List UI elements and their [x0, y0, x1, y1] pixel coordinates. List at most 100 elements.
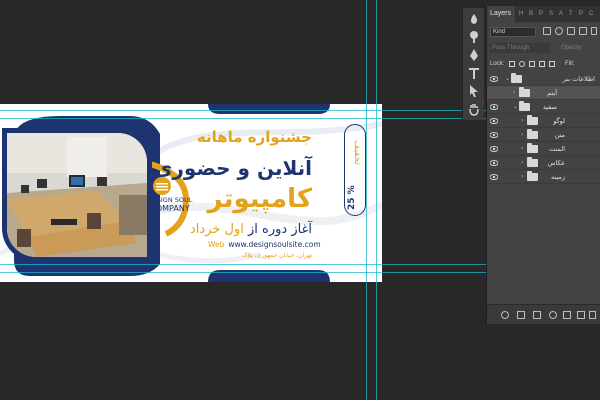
visibility-eye-icon[interactable]: [490, 132, 498, 138]
address-line: تهران، خیابان جمهوری، پلاک: [242, 252, 312, 259]
guide-vertical[interactable]: [376, 0, 377, 400]
dodge-tool-icon[interactable]: [467, 30, 481, 44]
layer-row-selected[interactable]: › آیتم: [487, 86, 600, 100]
folder-icon: [527, 129, 538, 139]
fx-icon[interactable]: [517, 311, 525, 319]
layer-row[interactable]: › لوگو: [487, 114, 600, 128]
tab-history[interactable]: H: [519, 10, 527, 18]
visibility-eye-icon[interactable]: [490, 146, 498, 152]
discount-badge: تخفیف 25 %: [344, 124, 366, 216]
blur-tool-icon[interactable]: [467, 12, 481, 26]
fill-label: Fill:: [565, 61, 575, 67]
new-group-icon[interactable]: [563, 311, 571, 319]
layer-name: متن: [554, 131, 565, 139]
new-layer-icon[interactable]: [577, 311, 585, 319]
chevron-right-icon[interactable]: ›: [521, 145, 523, 153]
opacity-label: Opacity:: [561, 45, 584, 51]
layer-row[interactable]: › زمینه: [487, 170, 600, 184]
discount-value: 25 %: [347, 185, 357, 211]
smart-filter-icon[interactable]: [591, 27, 597, 35]
layer-row[interactable]: ⌄ سفید: [487, 100, 600, 114]
tab-channels[interactable]: C: [589, 10, 597, 18]
logo-line-2: COMPANY: [150, 204, 190, 213]
adjustment-filter-icon[interactable]: [555, 27, 563, 35]
visibility-eye-icon[interactable]: [490, 174, 498, 180]
shape-filter-icon[interactable]: [579, 27, 587, 35]
photoshop-workspace: DESIGN SOUL COMPANY جشنواره ماهانه آنلای…: [0, 0, 600, 400]
tab-adjustments[interactable]: A: [559, 10, 567, 18]
blend-mode-select[interactable]: Pass Through: [490, 43, 550, 53]
lock-label: Lock:: [490, 61, 505, 67]
folder-icon: [519, 87, 530, 97]
top-tab-shape: [208, 104, 330, 114]
tab-brushes[interactable]: B: [529, 10, 537, 18]
folder-icon: [511, 73, 522, 83]
visibility-eye-icon[interactable]: [490, 160, 498, 166]
lock-row: Lock: Fill:: [487, 56, 600, 70]
lock-transparent-icon[interactable]: [509, 61, 515, 67]
layer-name: سفید: [542, 103, 557, 111]
type-filter-icon[interactable]: [567, 27, 575, 35]
chevron-down-icon[interactable]: ⌄: [513, 103, 518, 111]
tab-layers[interactable]: Layers: [487, 6, 515, 22]
visibility-eye-icon[interactable]: [490, 104, 498, 110]
start-date-line: آغاز دوره از اول خرداد: [190, 222, 312, 237]
classroom-photo: [2, 128, 152, 262]
lock-all-icon[interactable]: [549, 61, 555, 67]
discount-word: تخفیف: [352, 139, 362, 165]
lock-image-icon[interactable]: [519, 61, 525, 67]
tab-properties[interactable]: P: [579, 10, 587, 18]
chevron-down-icon[interactable]: ⌄: [505, 75, 510, 83]
layer-name: المنت: [549, 145, 565, 153]
visibility-eye-icon[interactable]: [490, 118, 498, 124]
folder-icon: [527, 143, 538, 153]
folder-icon: [527, 171, 538, 181]
filter-kind-select[interactable]: Kind: [490, 27, 536, 37]
layer-row[interactable]: › المنت: [487, 142, 600, 156]
chevron-right-icon[interactable]: ›: [521, 117, 523, 125]
tab-paths[interactable]: P: [539, 10, 547, 18]
adjustment-layer-icon[interactable]: [549, 311, 557, 319]
headline-line-3: کامپیوتر: [207, 184, 312, 214]
hand-tool-icon[interactable]: [467, 102, 481, 116]
layer-row[interactable]: › متن: [487, 128, 600, 142]
web-label: Web: [208, 240, 225, 249]
tools-strip: [462, 8, 484, 120]
guide-horizontal[interactable]: [0, 264, 486, 265]
layer-row[interactable]: › عکاس: [487, 156, 600, 170]
pen-tool-icon[interactable]: [467, 48, 481, 62]
chevron-right-icon[interactable]: ›: [513, 89, 515, 97]
logo-line-1: DESIGN SOUL: [147, 196, 193, 204]
guide-vertical[interactable]: [366, 0, 367, 400]
chevron-right-icon[interactable]: ›: [521, 173, 523, 181]
link-layers-icon[interactable]: [501, 311, 509, 319]
tab-swatches[interactable]: S: [549, 10, 557, 18]
layer-name: آیتم: [547, 89, 557, 97]
lock-position-icon[interactable]: [529, 61, 535, 67]
layer-name: لوگو: [553, 117, 565, 125]
visibility-eye-icon[interactable]: [490, 76, 498, 82]
guide-horizontal[interactable]: [0, 118, 486, 119]
panel-tabs: Layers H B P S A T P C: [487, 6, 600, 22]
layer-name: زمینه: [550, 173, 565, 181]
layer-row[interactable]: ⌄ اطلاعات بنر: [487, 72, 600, 86]
layer-name: اطلاعات بنر: [562, 75, 595, 83]
folder-icon: [519, 101, 530, 111]
blend-row: Pass Through Opacity:: [487, 40, 600, 54]
delete-layer-icon[interactable]: [589, 311, 596, 319]
guide-horizontal[interactable]: [0, 272, 486, 273]
chevron-right-icon[interactable]: ›: [521, 159, 523, 167]
filter-row: Kind: [487, 24, 600, 38]
lock-artboard-icon[interactable]: [539, 61, 545, 67]
layer-mask-icon[interactable]: [533, 311, 541, 319]
guide-horizontal[interactable]: [0, 110, 486, 111]
headline-line-1: جشنواره ماهانه: [196, 128, 312, 146]
folder-icon: [527, 115, 538, 125]
tab-type[interactable]: T: [569, 10, 577, 18]
chevron-right-icon[interactable]: ›: [521, 131, 523, 139]
folder-icon: [527, 157, 538, 167]
pixel-filter-icon[interactable]: [543, 27, 551, 35]
path-select-icon[interactable]: [467, 84, 481, 98]
type-tool-icon[interactable]: [467, 66, 481, 80]
banner-canvas[interactable]: DESIGN SOUL COMPANY جشنواره ماهانه آنلای…: [0, 104, 382, 282]
